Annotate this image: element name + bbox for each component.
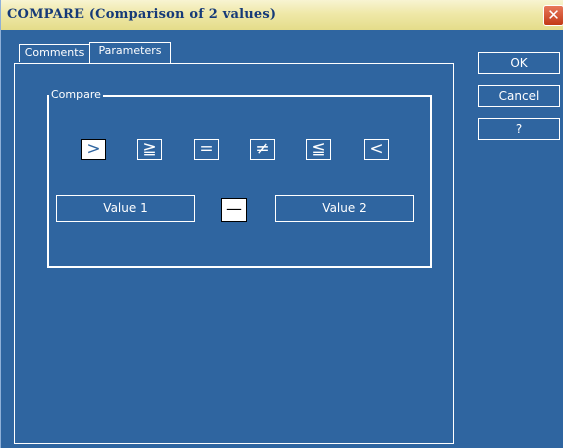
ok-button[interactable]: OK: [478, 52, 560, 74]
window-title: COMPARE (Comparison of 2 values): [7, 7, 277, 22]
greater-or-equal-button[interactable]: ≧: [137, 139, 162, 160]
tab-parameters[interactable]: Parameters: [89, 42, 171, 64]
close-icon[interactable]: ✕: [543, 5, 563, 26]
operator-display: —: [221, 198, 247, 222]
title-bar: COMPARE (Comparison of 2 values) ✕: [1, 0, 563, 30]
value2-field[interactable]: Value 2: [275, 195, 414, 222]
help-button[interactable]: ?: [478, 118, 560, 140]
tab-comments[interactable]: Comments: [19, 44, 90, 62]
less-or-equal-button[interactable]: ≦: [306, 139, 331, 160]
not-equal-button[interactable]: ≠: [250, 139, 275, 160]
greater-than-button[interactable]: >: [81, 139, 106, 160]
less-than-button[interactable]: <: [364, 139, 389, 160]
equal-button[interactable]: =: [194, 139, 219, 160]
compare-group-box: [47, 95, 432, 268]
dialog-window: COMPARE (Comparison of 2 values) ✕ Comme…: [0, 0, 563, 448]
value1-field[interactable]: Value 1: [56, 195, 195, 222]
compare-group-label: Compare: [49, 88, 103, 101]
cancel-button[interactable]: Cancel: [478, 85, 560, 107]
